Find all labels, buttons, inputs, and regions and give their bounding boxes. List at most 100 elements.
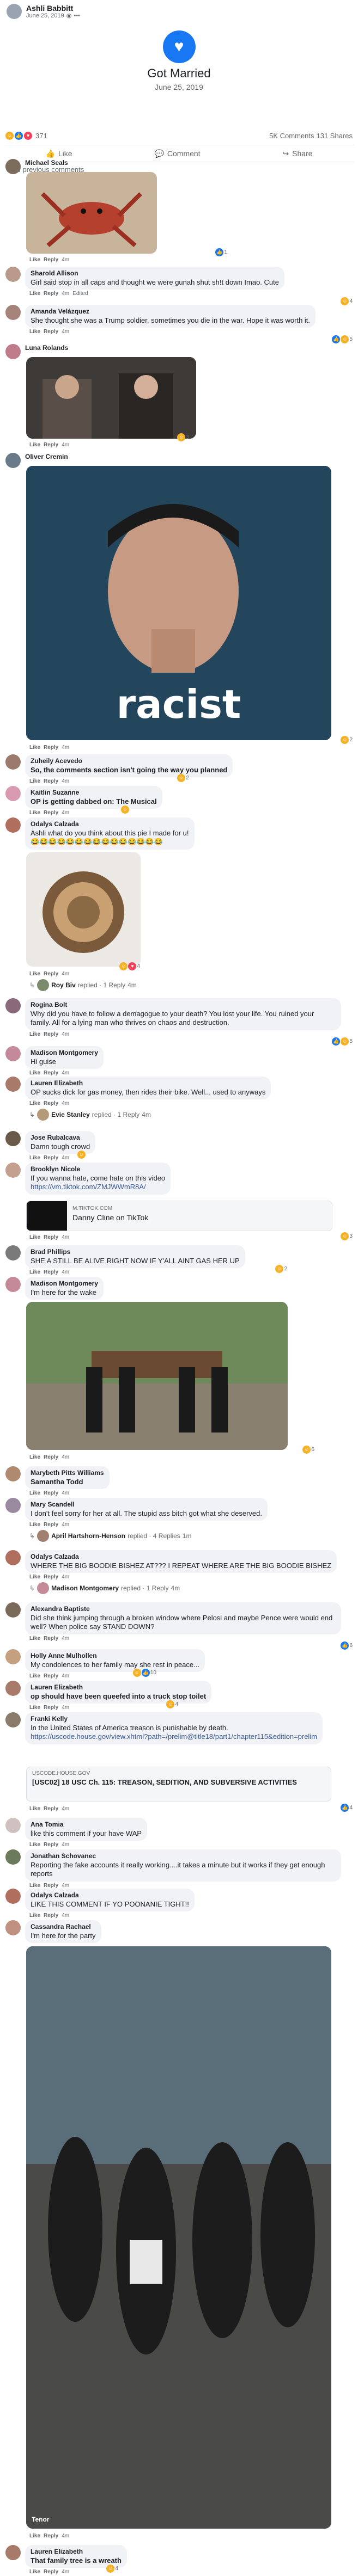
comment-reply[interactable]: Reply xyxy=(44,1101,58,1106)
post-date[interactable]: June 25, 2019 xyxy=(26,13,64,20)
commenter-name[interactable]: Madison Montgomery xyxy=(31,1280,98,1288)
comment-reply[interactable]: Reply xyxy=(44,778,58,784)
link-preview-card[interactable]: USCODE.HOUSE.GOV [USC02] 18 USC Ch. 115:… xyxy=(26,1767,331,1802)
comment-reactions[interactable]: 👍 ☺ 5 xyxy=(332,1037,353,1046)
avatar[interactable] xyxy=(5,1712,21,1727)
comment-reply[interactable]: Reply xyxy=(44,1031,58,1037)
commenter-name[interactable]: Luna Rolands xyxy=(25,344,68,353)
comment-reactions[interactable]: ☺ 4 xyxy=(166,1700,178,1708)
avatar[interactable] xyxy=(5,754,21,770)
comment-image[interactable] xyxy=(26,357,196,439)
avatar[interactable] xyxy=(5,1277,21,1292)
comment-like[interactable]: Like xyxy=(29,1673,40,1679)
avatar[interactable] xyxy=(5,1889,21,1904)
comment-reply[interactable]: Reply xyxy=(44,291,58,297)
avatar[interactable] xyxy=(5,159,21,174)
comment-image[interactable] xyxy=(26,172,157,254)
commenter-name[interactable]: Zuheily Acevedo xyxy=(31,757,227,766)
comment-image[interactable] xyxy=(26,852,141,967)
avatar[interactable] xyxy=(5,1498,21,1513)
avatar[interactable] xyxy=(5,1681,21,1696)
comment-like[interactable]: Like xyxy=(29,1574,40,1580)
avatar[interactable] xyxy=(5,1920,21,1935)
comment-link[interactable]: https://uscode.house.gov/view.xhtml?path… xyxy=(31,1732,317,1742)
comment-reply[interactable]: Reply xyxy=(44,2569,58,2575)
author-name[interactable]: Ashli Babbitt xyxy=(26,4,80,13)
reply-thread[interactable]: ↳ Madison Montgomery replied · 1 Reply 4m xyxy=(29,1582,353,1595)
comment-count[interactable]: 5K Comments xyxy=(269,132,314,140)
commenter-name[interactable]: Franki Kelly xyxy=(31,1715,317,1724)
avatar[interactable] xyxy=(5,453,21,468)
comment-reply[interactable]: Reply xyxy=(44,1705,58,1711)
comment-like[interactable]: Like xyxy=(29,1806,40,1812)
avatar[interactable] xyxy=(5,1849,21,1865)
comment-reply[interactable]: Reply xyxy=(44,971,58,977)
commenter-name[interactable]: Rogina Bolt xyxy=(31,1001,336,1010)
comment-reply[interactable]: Reply xyxy=(44,745,58,751)
commenter-name[interactable]: Oliver Cremin xyxy=(25,453,68,462)
comment-like[interactable]: Like xyxy=(29,2569,40,2575)
commenter-name[interactable]: Mary Scandell xyxy=(31,1501,262,1509)
comment-reply[interactable]: Reply xyxy=(44,1913,58,1919)
commenter-name[interactable]: Alexandra Baptiste xyxy=(31,1605,336,1614)
comment-like[interactable]: Like xyxy=(29,442,40,448)
comment-like[interactable]: Like xyxy=(29,1101,40,1106)
comment-reactions[interactable]: ☺ 2 xyxy=(177,774,189,782)
commenter-name[interactable]: Sharold Allison xyxy=(31,269,279,278)
comment-reply[interactable]: Reply xyxy=(44,1636,58,1641)
comment-reply[interactable]: Reply xyxy=(44,257,58,263)
commenter-name[interactable]: Holly Anne Mulhollen xyxy=(31,1652,199,1661)
comment-like[interactable]: Like xyxy=(29,1269,40,1275)
comment-reactions[interactable]: 👍 ☺ 5 xyxy=(332,335,353,343)
reply-thread[interactable]: ↳ Roy Biv replied · 1 Reply 4m xyxy=(29,979,353,991)
share-button[interactable]: ↪ Share xyxy=(282,149,312,158)
avatar[interactable] xyxy=(5,1649,21,1664)
avatar[interactable] xyxy=(5,1245,21,1261)
comment-like[interactable]: Like xyxy=(29,1155,40,1161)
comment-like[interactable]: Like xyxy=(29,971,40,977)
comment-reply[interactable]: Reply xyxy=(44,329,58,335)
comment-reactions[interactable]: ☺ 4 xyxy=(106,2565,118,2573)
comment-like[interactable]: Like xyxy=(29,1636,40,1641)
comment-like[interactable]: Like xyxy=(29,1031,40,1037)
comment-reactions[interactable]: 👍 4 xyxy=(341,1804,353,1812)
comment-like[interactable]: Like xyxy=(29,1883,40,1889)
commenter-name[interactable]: Michael Seals xyxy=(25,159,68,168)
commenter-name[interactable]: Jose Rubalcava xyxy=(31,1134,90,1142)
commenter-name[interactable]: Jonathan Schovanec xyxy=(31,1852,336,1861)
comment-reply[interactable]: Reply xyxy=(44,1883,58,1889)
link-preview-card[interactable]: M.TIKTOK.COM Danny Cline on TikTok xyxy=(26,1201,332,1231)
comment-like[interactable]: Like xyxy=(29,329,40,335)
avatar[interactable] xyxy=(5,1466,21,1481)
comment-reactions[interactable]: ☺ 2 xyxy=(341,736,353,744)
avatar[interactable] xyxy=(5,786,21,801)
comment-gif[interactable]: Tenor xyxy=(26,1946,331,2529)
comment-like[interactable]: Like xyxy=(29,1522,40,1528)
avatar[interactable] xyxy=(5,1550,21,1565)
reaction-summary[interactable]: ☺ 👍 ♥ 371 xyxy=(5,131,47,140)
comment-like[interactable]: Like xyxy=(29,1490,40,1496)
comment-like[interactable]: Like xyxy=(29,291,40,297)
comment-reply[interactable]: Reply xyxy=(44,1269,58,1275)
commenter-name[interactable]: Lauren Elizabeth xyxy=(31,1683,206,1692)
comment-like[interactable]: Like xyxy=(29,1705,40,1711)
comment-reactions[interactable]: 👍 6 xyxy=(341,1641,353,1650)
share-count[interactable]: 131 Shares xyxy=(317,132,353,140)
comment-reactions[interactable]: ☺ 3 xyxy=(341,1232,353,1240)
comment-like[interactable]: Like xyxy=(29,1454,40,1460)
comment-like[interactable]: Like xyxy=(29,1234,40,1240)
comment-link[interactable]: https://vm.tiktok.com/ZMJWWmR8A/ xyxy=(31,1183,165,1192)
commenter-name[interactable]: Madison Montgomery xyxy=(31,1049,98,1058)
avatar[interactable] xyxy=(5,344,21,359)
avatar[interactable] xyxy=(5,817,21,833)
comment-reactions[interactable]: ☺ 2 xyxy=(275,1265,287,1273)
comment-reply[interactable]: Reply xyxy=(44,1155,58,1161)
like-button[interactable]: 👍 Like xyxy=(45,149,72,158)
commenter-name[interactable]: Odalys Calzada xyxy=(31,820,189,829)
comment-like[interactable]: Like xyxy=(29,2533,40,2539)
comment-like[interactable]: Like xyxy=(29,1842,40,1848)
comment-reactions[interactable]: ☺ 6 xyxy=(302,1446,314,1454)
avatar[interactable] xyxy=(5,998,21,1013)
comment-reply[interactable]: Reply xyxy=(44,810,58,816)
commenter-name[interactable]: Odalys Calzada xyxy=(31,1891,189,1900)
